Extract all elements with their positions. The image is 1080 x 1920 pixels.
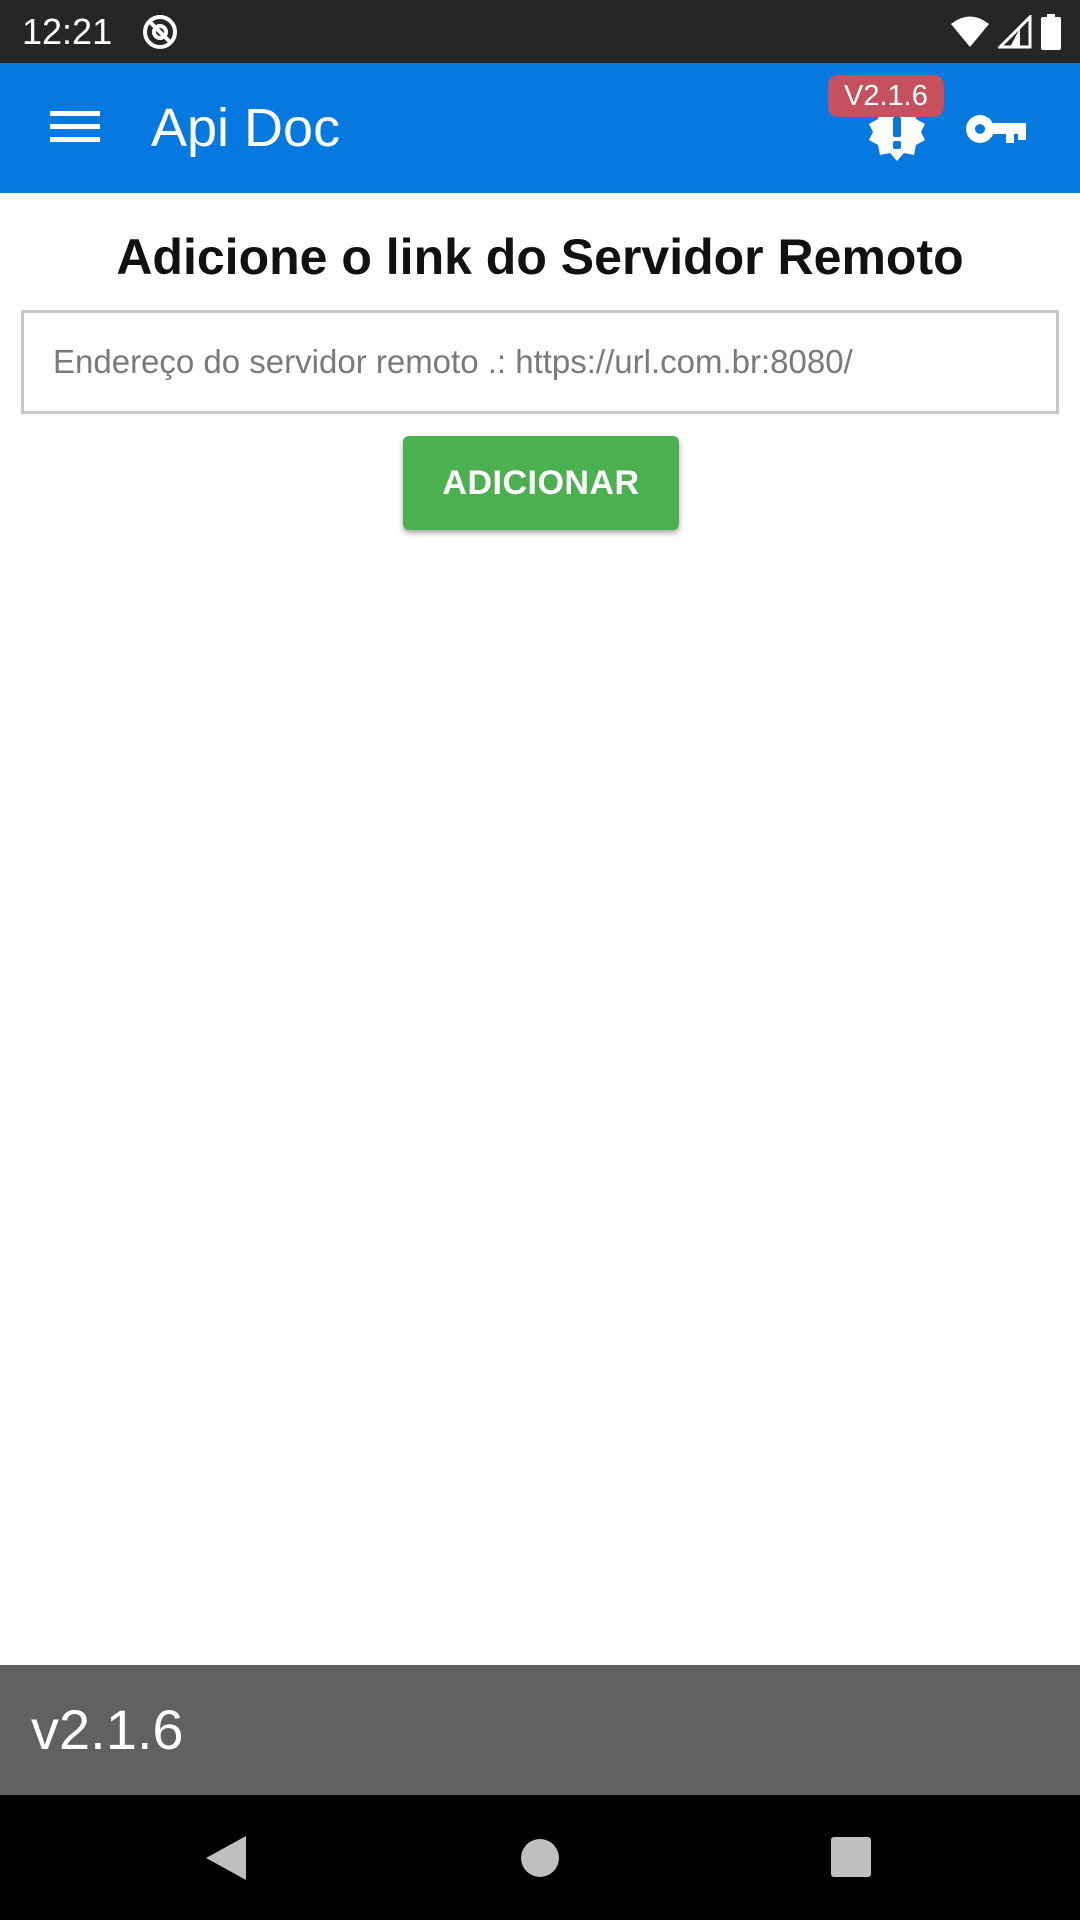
- page-title: Adicione o link do Servidor Remoto: [116, 229, 964, 285]
- app-bar: Api Doc V2.1.6: [0, 63, 1080, 193]
- footer-version: v2.1.6: [31, 1698, 184, 1761]
- status-icons: [950, 10, 1062, 54]
- version-badge: V2.1.6: [828, 75, 944, 117]
- at-sign-icon: [143, 15, 177, 49]
- add-button[interactable]: ADICIONAR: [403, 436, 679, 530]
- signal-icon: [998, 15, 1032, 49]
- battery-icon: [1041, 14, 1061, 50]
- navigation-bar: [0, 1795, 1080, 1920]
- server-url-input[interactable]: [21, 310, 1059, 414]
- app-title: Api Doc: [151, 98, 341, 158]
- home-icon[interactable]: [520, 1838, 560, 1878]
- key-icon[interactable]: [964, 109, 1028, 149]
- footer: v2.1.6: [0, 1665, 1080, 1795]
- status-bar: 12:21: [0, 0, 1080, 63]
- menu-icon[interactable]: [50, 107, 100, 147]
- status-time: 12:21: [22, 11, 113, 52]
- wifi-icon: [951, 16, 989, 47]
- recents-icon[interactable]: [831, 1837, 871, 1877]
- back-icon[interactable]: [204, 1834, 248, 1882]
